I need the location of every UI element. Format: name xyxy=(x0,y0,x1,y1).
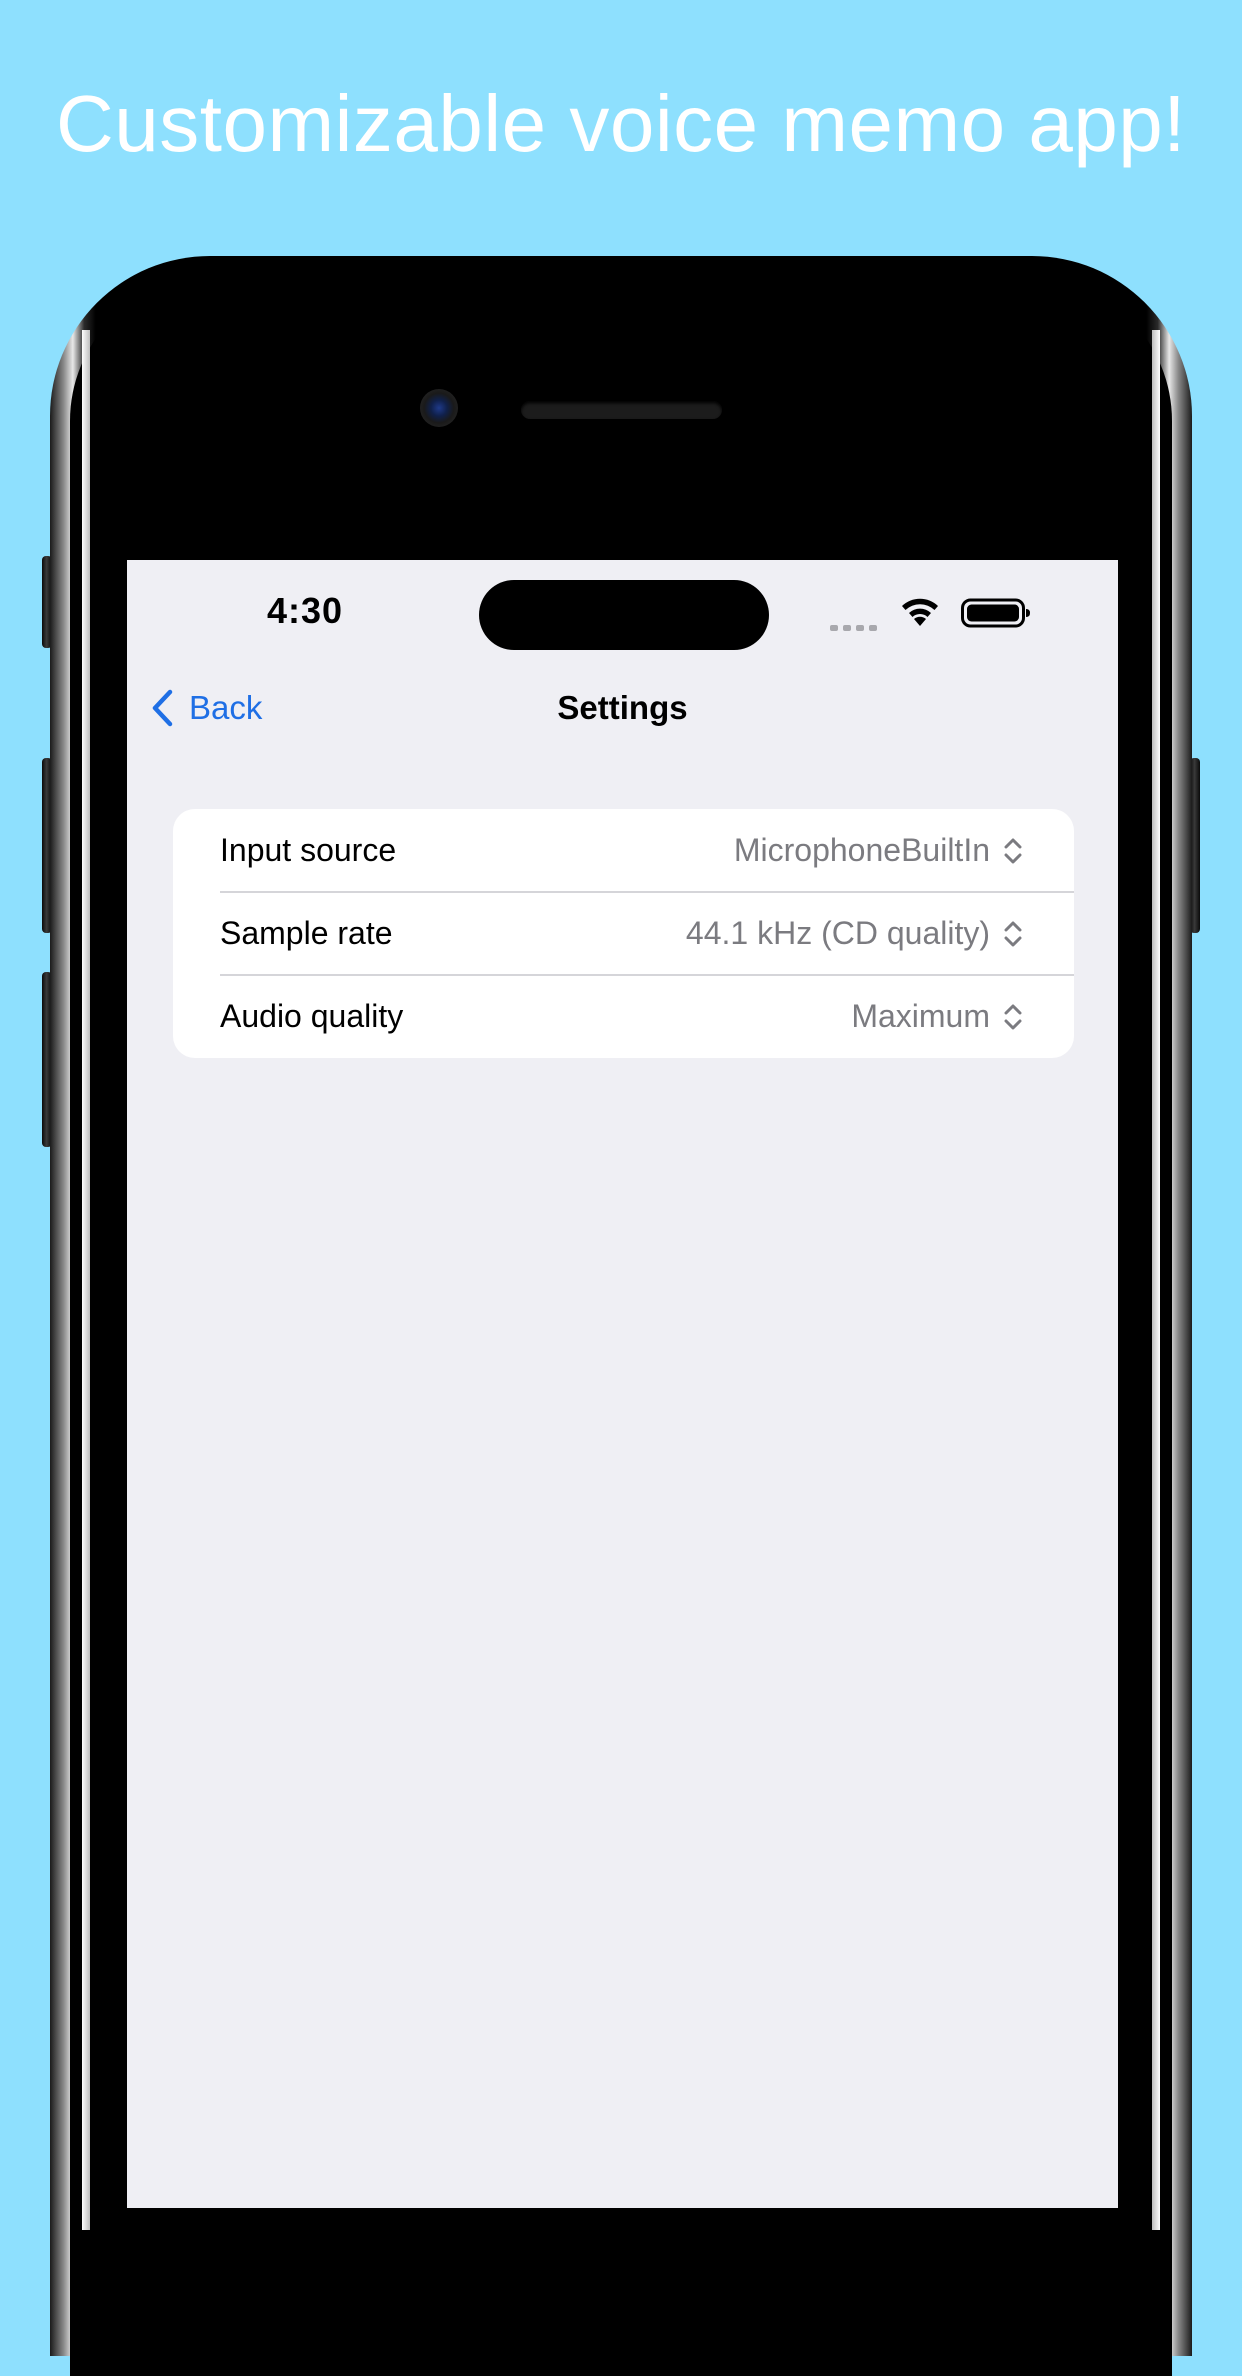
wifi-icon xyxy=(902,598,938,626)
phone-edge-highlight-right xyxy=(1152,330,1160,2230)
chevron-up-down-icon xyxy=(1004,921,1022,947)
settings-row-audio-quality[interactable]: Audio quality Maximum xyxy=(173,975,1074,1058)
row-value: MicrophoneBuiltIn xyxy=(733,832,990,868)
status-time: 4:30 xyxy=(267,590,344,631)
row-label: Input source xyxy=(220,832,397,868)
battery-icon xyxy=(961,598,1030,628)
cellular-signal-icon xyxy=(830,618,886,631)
settings-row-sample-rate[interactable]: Sample rate 44.1 kHz (CD quality) xyxy=(173,892,1074,975)
promo-headline: Customizable voice memo app! xyxy=(55,79,1187,168)
earpiece-speaker xyxy=(521,401,722,419)
row-value: Maximum xyxy=(851,998,990,1034)
chevron-up-down-icon xyxy=(1004,1004,1022,1030)
phone-edge-highlight-left xyxy=(82,330,90,2230)
chevron-up-down-icon xyxy=(1004,838,1022,864)
row-value: 44.1 kHz (CD quality) xyxy=(685,915,990,951)
row-label: Audio quality xyxy=(220,998,404,1034)
row-label: Sample rate xyxy=(220,915,393,951)
settings-list: Input source MicrophoneBuiltIn Sample ra… xyxy=(173,809,1074,1058)
app-screen: 4:30 Back Settings Input source Micropho… xyxy=(127,560,1118,2208)
dynamic-island xyxy=(479,580,769,650)
front-camera xyxy=(420,389,458,427)
settings-row-input-source[interactable]: Input source MicrophoneBuiltIn xyxy=(173,809,1074,892)
page-title: Settings xyxy=(557,689,688,726)
